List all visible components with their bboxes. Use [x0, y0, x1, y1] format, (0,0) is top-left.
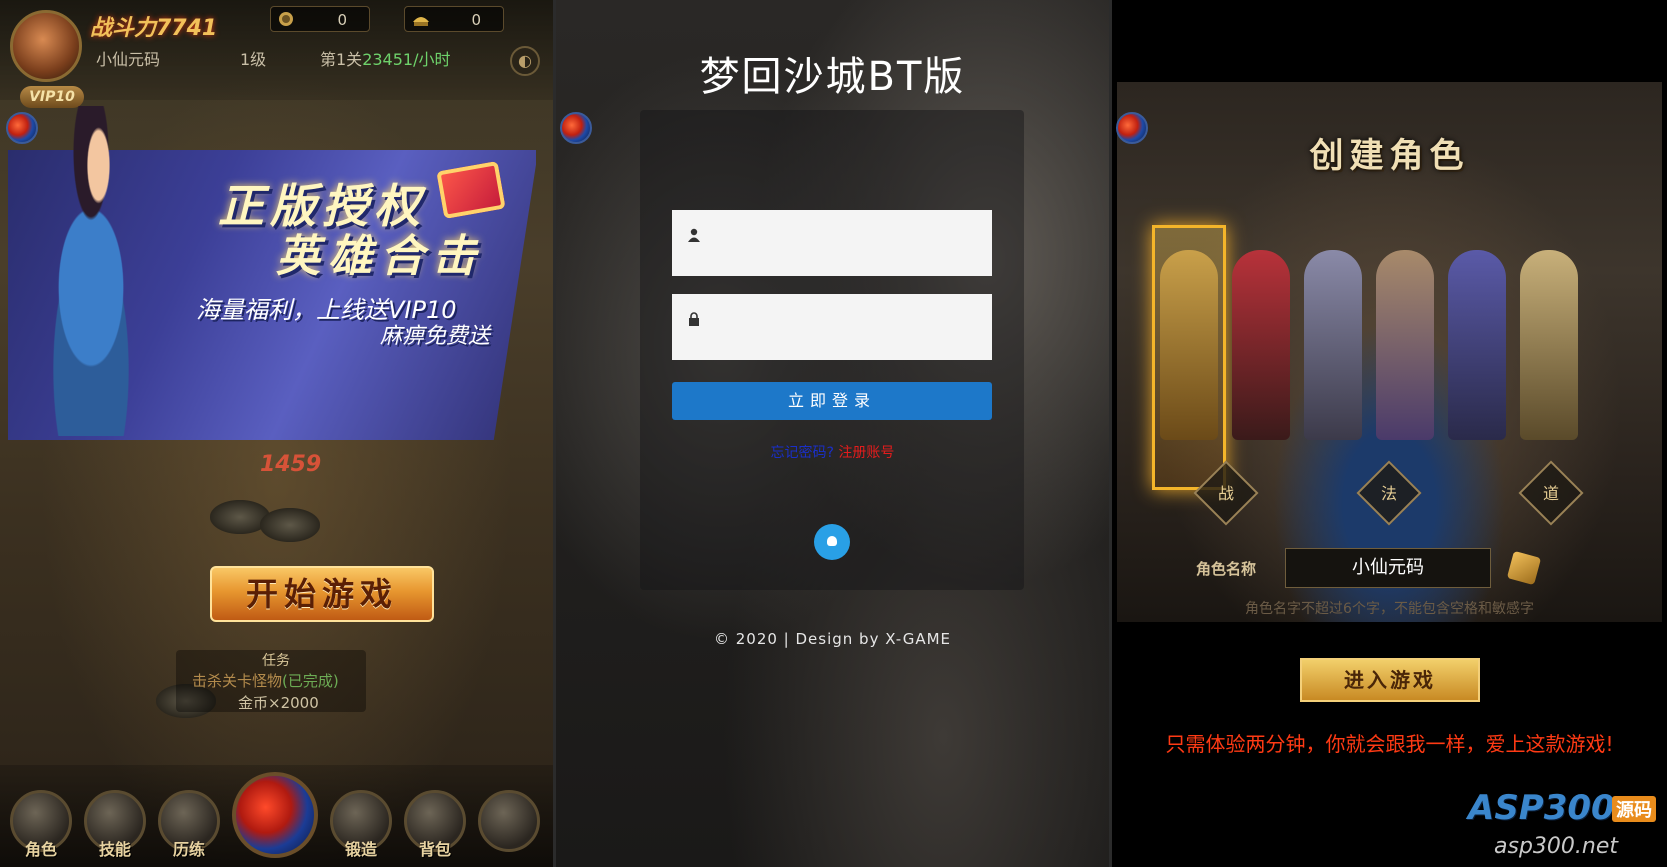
role-name-label: 角色名称 [1196, 560, 1257, 578]
task-desc-text: 击杀关卡怪物 [192, 672, 283, 690]
game-lobby-screen: VIP10 战斗力7741 0 0 小仙元码 1级 第1关23451/小时 ◐ … [0, 0, 553, 867]
banner-title-2: 英雄合击 [276, 231, 484, 282]
player-avatar[interactable] [10, 10, 82, 82]
resource-value-1: 0 [337, 11, 347, 29]
task-title: 任务 [262, 653, 290, 669]
banner-subtitle-2: 麻痹免费送 [380, 324, 491, 349]
username-field[interactable] [672, 210, 992, 276]
create-role-title: 创建角色 [1309, 136, 1470, 176]
trial-button-label: 历练 [172, 840, 205, 859]
coin-icon [279, 12, 293, 26]
name-hint: 角色名字不超过6个字，不能包含空格和敏感字 [1245, 601, 1534, 617]
player-nickname: 小仙元码 [96, 50, 161, 69]
vip-badge[interactable]: VIP10 [20, 86, 84, 108]
password-field[interactable] [672, 294, 992, 360]
hero-taoist-female[interactable] [1520, 250, 1578, 440]
lock-icon [689, 312, 699, 326]
start-game-button[interactable]: 开始游戏 [210, 566, 434, 622]
role-name-input[interactable]: 小仙元码 [1285, 548, 1491, 588]
watermark-url: asp300.net [1494, 834, 1618, 859]
user-icon [688, 228, 700, 242]
notification-bell-icon[interactable] [814, 524, 850, 560]
resource-slot-1[interactable]: 0 [270, 6, 370, 32]
login-screen: 梦回沙城BT版 立即登录 忘记密码? 注册账号 © 2020 | Design … [556, 0, 1109, 867]
skill-button-label: 技能 [98, 840, 131, 859]
login-button[interactable]: 立即登录 [672, 382, 992, 420]
role-button-label: 角色 [24, 840, 57, 859]
hero-warrior-female[interactable] [1232, 250, 1290, 440]
stage-label: 第1关 [320, 50, 363, 69]
footer-copyright: © 2020 | Design by X-GAME [713, 630, 952, 648]
bag-button-label: 背包 [418, 840, 451, 859]
yin-yang-icon[interactable] [560, 112, 592, 144]
hero-mage-male[interactable] [1304, 250, 1362, 440]
task-status: (已完成) [282, 672, 339, 690]
damage-number: 1459 [260, 452, 322, 477]
register-link[interactable]: 注册账号 [838, 445, 894, 461]
battle-unit [260, 508, 320, 542]
page-title: 梦回沙城BT版 [699, 54, 966, 100]
hero-warrior-male[interactable] [1160, 250, 1218, 440]
watermark-tag: 源码 [1612, 796, 1656, 822]
class-taoist-label: 道 [1542, 484, 1559, 503]
class-mage-label: 法 [1380, 484, 1397, 503]
enter-game-button[interactable]: 进入游戏 [1300, 658, 1480, 702]
resource-value-2: 0 [471, 11, 481, 29]
more-menu-icon[interactable] [478, 790, 540, 852]
promo-slogan: 只需体验两分钟，你就会跟我一样，爱上这款游戏! [1165, 732, 1614, 756]
task-description: 击杀关卡怪物(已完成) [192, 670, 339, 691]
auth-links: 忘记密码? 注册账号 [556, 442, 1109, 462]
task-reward: 金币×2000 [238, 694, 319, 712]
watermark-brand: ASP300 [1468, 788, 1615, 828]
forgot-password-link[interactable]: 忘记密码? [771, 445, 834, 461]
stage-rate: 23451/小时 [362, 50, 451, 69]
class-warrior-label: 战 [1217, 484, 1234, 503]
player-level: 1级 [240, 50, 267, 69]
center-yin-yang-icon[interactable] [232, 772, 318, 858]
forge-button-label: 锻造 [344, 840, 377, 859]
banner-hero-art [16, 106, 166, 436]
hero-taoist-male[interactable] [1448, 250, 1506, 440]
stage-info: 第1关23451/小时 [320, 46, 450, 70]
ingot-icon [413, 17, 429, 26]
combat-power: 战斗力7741 [90, 16, 218, 41]
menu-icon[interactable]: ◐ [510, 46, 540, 76]
resource-slot-2[interactable]: 0 [404, 6, 504, 32]
hero-mage-female[interactable] [1376, 250, 1434, 440]
